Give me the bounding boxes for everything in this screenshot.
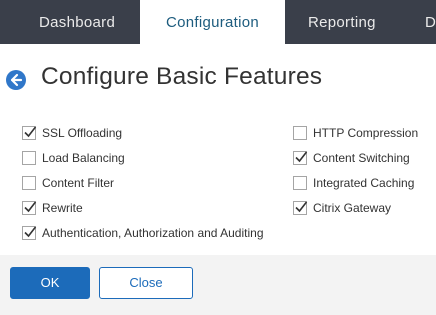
checkbox-box[interactable]: [22, 151, 36, 165]
checkbox-box[interactable]: [22, 176, 36, 190]
checkbox-box[interactable]: [293, 176, 307, 190]
checkbox-label: Authentication, Authorization and Auditi…: [42, 226, 264, 240]
checkbox-rewrite[interactable]: Rewrite: [22, 200, 83, 216]
checkbox-label: Integrated Caching: [313, 176, 415, 190]
checkbox-label: Content Filter: [42, 176, 115, 190]
page-title: Configure Basic Features: [41, 63, 323, 90]
checkbox-label: Content Switching: [313, 151, 410, 165]
checkbox-label: SSL Offloading: [42, 126, 123, 140]
checkbox-box[interactable]: [22, 201, 37, 215]
back-arrow-icon[interactable]: [6, 70, 26, 90]
checkbox-integrated-caching[interactable]: Integrated Caching: [293, 175, 414, 191]
checkbox-label: Rewrite: [42, 201, 83, 215]
checkbox-box[interactable]: [293, 201, 308, 215]
tab-configuration[interactable]: Configuration: [140, 0, 285, 44]
checkbox-box[interactable]: [22, 226, 37, 240]
tab-truncated[interactable]: D: [425, 0, 436, 44]
checkbox-content-switching[interactable]: Content Switching: [293, 150, 410, 166]
tab-dashboard[interactable]: Dashboard: [39, 0, 115, 44]
checkbox-label: Load Balancing: [42, 151, 125, 165]
checkbox-aaa[interactable]: Authentication, Authorization and Auditi…: [22, 225, 264, 241]
checkbox-box[interactable]: [22, 126, 37, 140]
checkbox-box[interactable]: [293, 126, 307, 140]
checkbox-box[interactable]: [293, 151, 308, 165]
close-button[interactable]: Close: [99, 267, 193, 299]
checkbox-content-filter[interactable]: Content Filter: [22, 175, 114, 191]
ok-button[interactable]: OK: [10, 267, 90, 299]
checkbox-ssl-offloading[interactable]: SSL Offloading: [22, 125, 122, 141]
checkbox-citrix-gateway[interactable]: Citrix Gateway: [293, 200, 391, 216]
top-navigation: Dashboard Configuration Reporting D: [0, 0, 436, 44]
checkbox-label: Citrix Gateway: [313, 201, 392, 215]
checkbox-label: HTTP Compression: [313, 126, 419, 140]
checkbox-load-balancing[interactable]: Load Balancing: [22, 150, 125, 166]
checkbox-http-compression[interactable]: HTTP Compression: [293, 125, 418, 141]
tab-reporting[interactable]: Reporting: [308, 0, 376, 44]
